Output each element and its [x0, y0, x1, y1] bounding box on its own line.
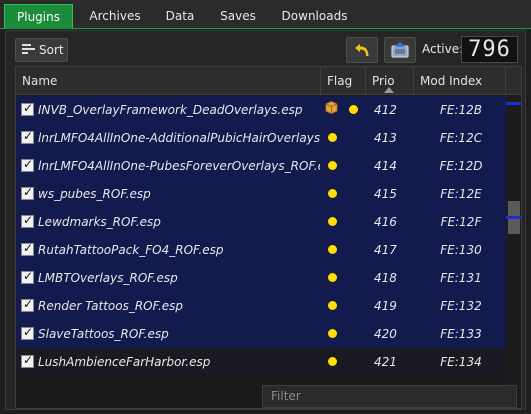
plugin-name: SlaveTattoos_ROF.esp	[38, 327, 169, 341]
undo-arrow-icon	[355, 44, 369, 56]
flag-dot-icon	[328, 273, 337, 282]
tab-plugins[interactable]: Plugins	[4, 4, 73, 29]
enable-checkbox[interactable]	[21, 269, 34, 284]
plugin-priority: 414	[374, 159, 397, 173]
plugin-priority: 418	[374, 271, 397, 285]
enable-checkbox[interactable]	[21, 213, 34, 228]
flag-dot-icon	[328, 217, 337, 226]
table-row[interactable]: ws_pubes_ROF.esp 415 FE:12E	[16, 180, 506, 208]
plugin-mod-index: FE:133	[440, 327, 482, 341]
scroll-marker	[506, 102, 521, 105]
table-row[interactable]: lnrLMFO4AllInOne-PubesForeverOverlays_RO…	[16, 152, 506, 180]
flag-dot-icon	[328, 329, 337, 338]
table-row[interactable]: SlaveTattoos_ROF.esp 420 FE:133	[16, 320, 506, 348]
package-icon	[325, 101, 338, 114]
plugin-mod-index: FE:131	[440, 271, 482, 285]
column-flag[interactable]: Flag	[321, 67, 366, 95]
flag-dot-icon	[349, 105, 358, 114]
enable-checkbox[interactable]	[21, 185, 34, 200]
active-plugin-count: 796	[461, 36, 518, 63]
flag-dot-icon	[328, 357, 337, 366]
table-row[interactable]: Lewdmarks_ROF.esp 416 FE:12F	[16, 208, 506, 236]
table-row[interactable]: LushAmbienceFarHarbor.esp 421 FE:134	[16, 348, 506, 376]
plugin-rows: INVB_OverlayFramework_DeadOverlays.esp 4…	[16, 96, 506, 406]
enable-checkbox[interactable]	[21, 129, 34, 144]
filter-input[interactable]: Filter	[262, 385, 517, 408]
plugin-name: ws_pubes_ROF.esp	[38, 187, 151, 201]
plugin-mod-index: FE:12E	[440, 187, 482, 201]
flag-dot-icon	[328, 189, 337, 198]
flag-dot-icon	[328, 161, 337, 170]
plugin-priority: 420	[374, 327, 397, 341]
flag-dot-icon	[328, 245, 337, 254]
undo-button[interactable]	[346, 37, 378, 63]
enable-checkbox[interactable]	[21, 101, 34, 116]
plugin-name: lnrLMFO4AllInOne-PubesForeverOverlays_RO…	[38, 159, 320, 173]
column-priority[interactable]: Prio	[366, 67, 414, 95]
table-row[interactable]: Render Tattoos_ROF.esp 419 FE:132	[16, 292, 506, 320]
scroll-marker	[506, 216, 521, 219]
enable-checkbox[interactable]	[21, 297, 34, 312]
column-name[interactable]: Name	[16, 67, 321, 95]
plugin-mod-index: FE:12B	[439, 103, 483, 117]
plugin-priority: 416	[374, 215, 397, 229]
tab-saves[interactable]: Saves	[213, 4, 263, 29]
plugin-priority: 412	[374, 103, 397, 117]
enable-checkbox[interactable]	[21, 241, 34, 256]
plugin-name: LMBTOverlays_ROF.esp	[38, 271, 178, 285]
plugin-priority: 413	[374, 131, 397, 145]
plugin-priority: 421	[374, 355, 397, 369]
plugin-name: RutahTattooPack_FO4_ROF.esp	[38, 243, 224, 257]
plugin-name: LushAmbienceFarHarbor.esp	[38, 355, 211, 369]
table-row[interactable]: INVB_OverlayFramework_DeadOverlays.esp 4…	[16, 96, 506, 124]
tab-bar: Plugins Archives Data Saves Downloads	[0, 0, 531, 29]
table-row[interactable]: RutahTattooPack_FO4_ROF.esp 417 FE:130	[16, 236, 506, 264]
flag-dot-icon	[328, 133, 337, 142]
sort-ascending-icon	[384, 87, 394, 93]
plugin-name: Render Tattoos_ROF.esp	[38, 299, 184, 313]
save-button[interactable]	[384, 37, 416, 63]
plugin-priority: 417	[374, 243, 397, 257]
active-label: Active:	[422, 42, 464, 56]
plugin-mod-index: FE:130	[440, 243, 482, 257]
table-header: Name Flag Prio Mod Index	[16, 67, 521, 95]
tab-archives[interactable]: Archives	[82, 4, 148, 29]
enable-checkbox[interactable]	[21, 157, 34, 172]
plugin-mod-index: FE:12C	[439, 131, 483, 145]
plugin-mod-index: FE:134	[440, 355, 482, 369]
plugin-name: lnrLMFO4AllInOne-AdditionalPubicHairOver…	[38, 131, 320, 145]
tab-data[interactable]: Data	[158, 4, 202, 29]
plugin-name: INVB_OverlayFramework_DeadOverlays.esp	[38, 103, 303, 117]
plugin-mod-index: FE:12F	[440, 215, 482, 229]
sort-icon	[22, 44, 35, 54]
plugins-panel: Sort Active: 796 Name Flag Prio Mod Inde…	[5, 30, 526, 410]
column-mod-index[interactable]: Mod Index	[414, 67, 506, 95]
enable-checkbox[interactable]	[21, 353, 34, 368]
plugin-name: Lewdmarks_ROF.esp	[38, 215, 161, 229]
save-icon	[391, 42, 409, 58]
vertical-scrollbar[interactable]	[506, 96, 521, 408]
tab-downloads[interactable]: Downloads	[277, 4, 352, 29]
sort-button[interactable]: Sort	[15, 38, 68, 62]
plugin-mod-index: FE:12D	[439, 159, 483, 173]
enable-checkbox[interactable]	[21, 325, 34, 340]
plugin-priority: 415	[374, 187, 397, 201]
plugin-priority: 419	[374, 299, 397, 313]
table-row[interactable]: LMBTOverlays_ROF.esp 418 FE:131	[16, 264, 506, 292]
table-row[interactable]: lnrLMFO4AllInOne-AdditionalPubicHairOver…	[16, 124, 506, 152]
sort-label: Sort	[39, 43, 64, 57]
flag-dot-icon	[328, 301, 337, 310]
plugin-mod-index: FE:132	[440, 299, 482, 313]
plugin-table: Name Flag Prio Mod Index INVB_OverlayFra…	[15, 66, 522, 409]
